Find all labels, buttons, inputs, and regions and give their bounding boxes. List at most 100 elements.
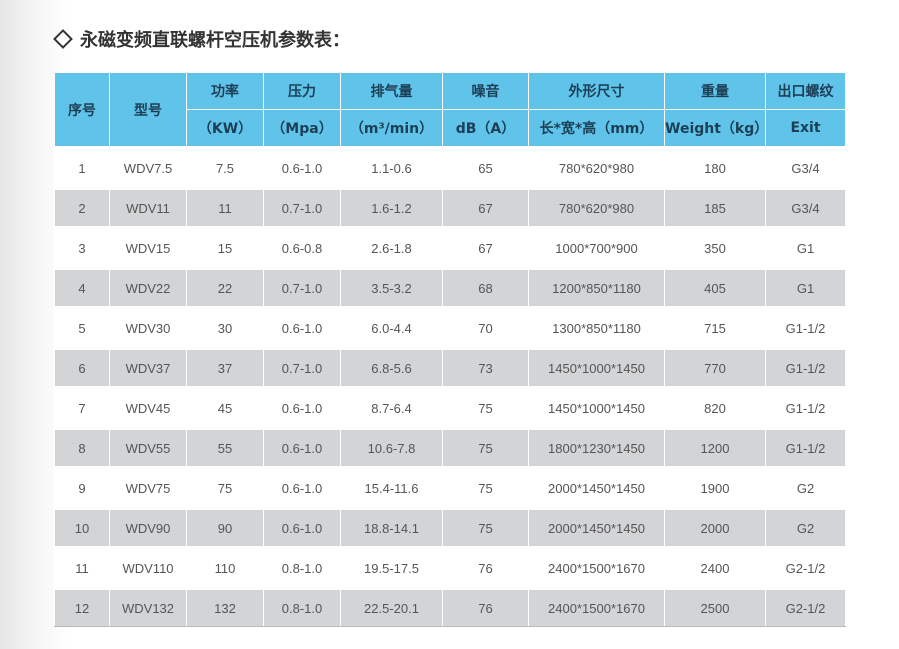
cell-no: 2 [54,188,110,228]
cell-no: 5 [54,308,110,348]
cell-model: WDV37 [109,348,187,388]
cell-noise: 76 [442,588,529,627]
cell-weight: 180 [664,148,766,188]
cell-model: WDV7.5 [109,148,187,188]
cell-outlet: G2 [765,508,846,548]
cell-dimensions: 2400*1500*1670 [528,548,665,588]
cell-power: 90 [186,508,264,548]
cell-noise: 70 [442,308,529,348]
header-noise: 噪音 [442,72,529,110]
cell-outlet: G1 [765,228,846,268]
cell-no: 10 [54,508,110,548]
cell-weight: 820 [664,388,766,428]
cell-outlet: G2 [765,468,846,508]
cell-outlet: G1 [765,268,846,308]
cell-displacement: 2.6-1.8 [340,228,443,268]
cell-noise: 68 [442,268,529,308]
cell-pressure: 0.6-0.8 [263,228,341,268]
cell-pressure: 0.7-1.0 [263,268,341,308]
table-row: 9 WDV75 75 0.6-1.0 15.4-11.6 75 2000*1450*1450… [54,468,846,508]
cell-outlet: G1-1/2 [765,348,846,388]
table-row: 8 WDV55 55 0.6-1.0 10.6-7.8 75 1800*1230*1450 1… [54,428,846,468]
table-row: 6 WDV37 37 0.7-1.0 6.8-5.6 73 1450*1000*1450 77… [54,348,846,388]
cell-pressure: 0.8-1.0 [263,548,341,588]
cell-noise: 75 [442,508,529,548]
table-row: 7 WDV45 45 0.6-1.0 8.7-6.4 75 1450*1000*1450 82… [54,388,846,428]
cell-outlet: G3/4 [765,188,846,228]
cell-no: 12 [54,588,110,627]
cell-dimensions: 1300*850*1180 [528,308,665,348]
cell-no: 11 [54,548,110,588]
cell-displacement: 22.5-20.1 [340,588,443,627]
cell-pressure: 0.8-1.0 [263,588,341,627]
cell-model: WDV110 [109,548,187,588]
cell-outlet: G1-1/2 [765,428,846,468]
cell-power: 15 [186,228,264,268]
cell-weight: 770 [664,348,766,388]
cell-outlet: G1-1/2 [765,388,846,428]
cell-dimensions: 1800*1230*1450 [528,428,665,468]
cell-displacement: 1.6-1.2 [340,188,443,228]
cell-pressure: 0.6-1.0 [263,148,341,188]
cell-dimensions: 1000*700*900 [528,228,665,268]
cell-weight: 1200 [664,428,766,468]
table-row: 1 WDV7.5 7.5 0.6-1.0 1.1-0.6 65 780*620*980 180… [54,148,846,188]
header-displacement-unit: （m³/min） [340,109,443,149]
cell-outlet: G2-1/2 [765,588,846,627]
cell-displacement: 18.8-14.1 [340,508,443,548]
cell-noise: 67 [442,228,529,268]
cell-weight: 2000 [664,508,766,548]
cell-dimensions: 1450*1000*1450 [528,348,665,388]
table-row: 5 WDV30 30 0.6-1.0 6.0-4.4 70 1300*850*1180 715… [54,308,846,348]
cell-displacement: 6.8-5.6 [340,348,443,388]
cell-power: 110 [186,548,264,588]
cell-power: 45 [186,388,264,428]
table-row: 11 WDV110 110 0.8-1.0 19.5-17.5 76 2400*1500*1… [54,548,846,588]
cell-displacement: 1.1-0.6 [340,148,443,188]
page-title: 永磁变频直联螺杆空压机参数表： [53,26,350,52]
header-power-unit: （KW） [186,109,264,149]
cell-weight: 405 [664,268,766,308]
cell-weight: 185 [664,188,766,228]
cell-pressure: 0.6-1.0 [263,308,341,348]
cell-dimensions: 1450*1000*1450 [528,388,665,428]
table-row: 3 WDV15 15 0.6-0.8 2.6-1.8 67 1000*700*900 350 G… [54,228,846,268]
cell-power: 30 [186,308,264,348]
cell-displacement: 19.5-17.5 [340,548,443,588]
table-row: 4 WDV22 22 0.7-1.0 3.5-3.2 68 1200*850*1180 405… [54,268,846,308]
cell-pressure: 0.6-1.0 [263,428,341,468]
header-power: 功率 [186,72,264,110]
table-row: 2 WDV11 11 0.7-1.0 1.6-1.2 67 780*620*980 185 G3… [54,188,846,228]
header-dimensions-unit: 长*宽*高（mm） [528,109,665,149]
table-row: 12 WDV132 132 0.8-1.0 22.5-20.1 76 2400*1500*1… [54,588,846,627]
header-pressure: 压力 [263,72,341,110]
cell-outlet: G3/4 [765,148,846,188]
cell-power: 7.5 [186,148,264,188]
cell-model: WDV90 [109,508,187,548]
cell-model: WDV15 [109,228,187,268]
cell-weight: 1900 [664,468,766,508]
header-outlet: 出口螺纹 [765,72,846,110]
cell-no: 1 [54,148,110,188]
cell-power: 55 [186,428,264,468]
cell-pressure: 0.6-1.0 [263,508,341,548]
header-weight: 重量 [664,72,766,110]
cell-power: 22 [186,268,264,308]
header-noise-unit: dB（A） [442,109,529,149]
cell-model: WDV132 [109,588,187,627]
cell-power: 11 [186,188,264,228]
cell-outlet: G2-1/2 [765,548,846,588]
cell-noise: 65 [442,148,529,188]
cell-power: 132 [186,588,264,627]
cell-displacement: 8.7-6.4 [340,388,443,428]
cell-noise: 73 [442,348,529,388]
header-model: 型号 [109,72,187,149]
header-outlet-unit: Exit [765,109,846,149]
cell-noise: 67 [442,188,529,228]
cell-displacement: 3.5-3.2 [340,268,443,308]
cell-noise: 75 [442,428,529,468]
cell-weight: 350 [664,228,766,268]
cell-dimensions: 2000*1450*1450 [528,508,665,548]
cell-model: WDV55 [109,428,187,468]
cell-noise: 75 [442,388,529,428]
